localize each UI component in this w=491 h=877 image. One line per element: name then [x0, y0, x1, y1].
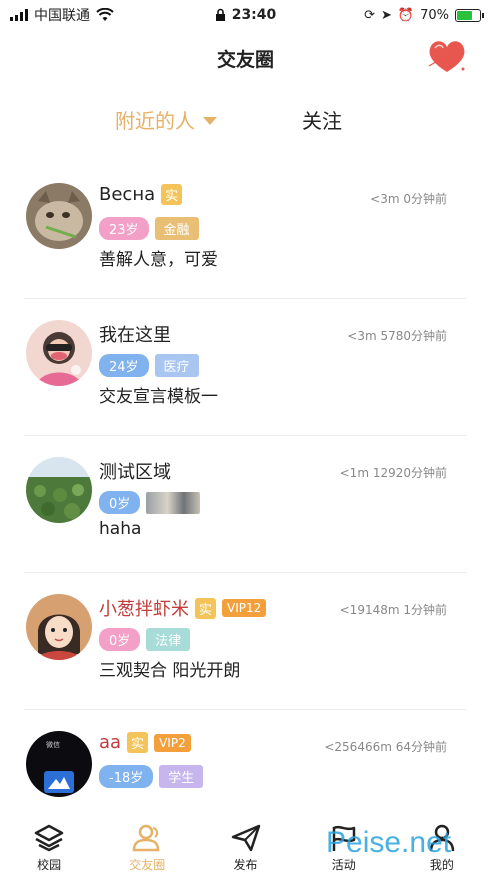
caret-down-icon [203, 117, 217, 125]
friends-icon [133, 824, 160, 852]
job-tag: 法律 [146, 628, 191, 651]
tab-nearby[interactable]: 附近的人 [115, 105, 217, 134]
paper-plane-icon [231, 824, 260, 852]
nav-publish-label: 发布 [233, 858, 258, 872]
watermark-text: Peise.net [326, 826, 452, 859]
page-title: 交友圈 [216, 48, 274, 71]
distance-time: <256466m 64分钟前 [324, 740, 447, 754]
wifi-icon [96, 8, 114, 21]
avatar[interactable] [26, 594, 92, 660]
list-item[interactable]: 小葱拌虾米 实 VIP12 <19148m 1分钟前 0岁 法律 三观契合 阳光… [24, 573, 467, 710]
user-motto: 善解人意，可爱 [99, 250, 218, 270]
clock-label: 23:40 [231, 7, 277, 23]
distance-time: <19148m 1分钟前 [339, 603, 447, 617]
tab-follow[interactable]: 关注 [302, 105, 342, 134]
heart-icon[interactable] [425, 36, 469, 76]
avatar[interactable] [26, 320, 92, 386]
age-tag: 0岁 [99, 491, 141, 514]
location-icon: ➤ [381, 7, 392, 23]
age-tag: 23岁 [99, 217, 149, 240]
user-motto: 交友宣言模板一 [99, 387, 218, 407]
list-item[interactable]: Весна 实 <3m 0分钟前 23岁 金融 善解人意，可爱 [24, 162, 467, 299]
photo-thumbnail[interactable] [146, 491, 201, 514]
signal-icon [10, 9, 28, 21]
age-tag: 0岁 [99, 628, 141, 651]
user-name: 我在这里 [99, 325, 171, 346]
job-tag: 医疗 [154, 354, 199, 377]
nav-publish[interactable]: 发布 [196, 815, 294, 877]
carrier-label: 中国联通 [34, 8, 90, 24]
nav-campus-label: 校园 [37, 858, 62, 872]
battery-percent: 70% [420, 7, 449, 23]
user-name: Весна [99, 184, 156, 205]
vip-badge: VIP2 [154, 733, 191, 752]
avatar[interactable]: 微信 [26, 731, 92, 797]
list-item[interactable]: 测试区域 <1m 12920分钟前 0岁 haha [24, 436, 467, 573]
people-list: Весна 实 <3m 0分钟前 23岁 金融 善解人意，可爱 我在这里 <3m… [0, 162, 491, 847]
verified-badge: 实 [127, 732, 149, 753]
job-tag: 金融 [154, 217, 199, 240]
app-header: 交友圈 [0, 30, 491, 86]
verified-badge: 实 [195, 597, 217, 619]
job-tag: 学生 [159, 765, 204, 788]
user-name: aa [99, 732, 122, 753]
avatar[interactable] [26, 183, 92, 249]
nav-circle-label: 交友圈 [129, 858, 166, 872]
battery-icon [455, 8, 484, 22]
age-tag: -18岁 [99, 765, 154, 788]
user-motto: haha [99, 519, 142, 539]
distance-time: <3m 5780分钟前 [347, 329, 447, 343]
user-motto: 三观契合 阳光开朗 [99, 661, 241, 681]
list-item[interactable]: 我在这里 <3m 5780分钟前 24岁 医疗 交友宣言模板一 [24, 299, 467, 436]
age-tag: 24岁 [99, 354, 149, 377]
lock-icon [215, 8, 225, 21]
distance-time: <1m 12920分钟前 [339, 466, 447, 480]
tab-nearby-label: 附近的人 [115, 109, 195, 133]
vip-badge: VIP12 [222, 599, 267, 617]
nav-campus[interactable]: 校园 [0, 815, 98, 877]
verified-badge: 实 [161, 184, 183, 205]
status-bar: 中国联通 23:40 ⟳ ➤ ⏰ 70% [0, 0, 491, 30]
tab-follow-label: 关注 [302, 109, 342, 133]
user-name: 测试区域 [99, 462, 171, 483]
user-name: 小葱拌虾米 [99, 599, 189, 620]
wechat-label: 微信 [46, 740, 60, 749]
alarm-icon: ⏰ [397, 7, 415, 23]
tab-bar: 附近的人 关注 [0, 105, 491, 145]
layers-icon [34, 824, 64, 852]
orientation-lock-icon: ⟳ [364, 7, 375, 23]
nav-circle[interactable]: 交友圈 [98, 815, 196, 877]
distance-time: <3m 0分钟前 [370, 192, 447, 206]
avatar[interactable] [26, 457, 92, 523]
